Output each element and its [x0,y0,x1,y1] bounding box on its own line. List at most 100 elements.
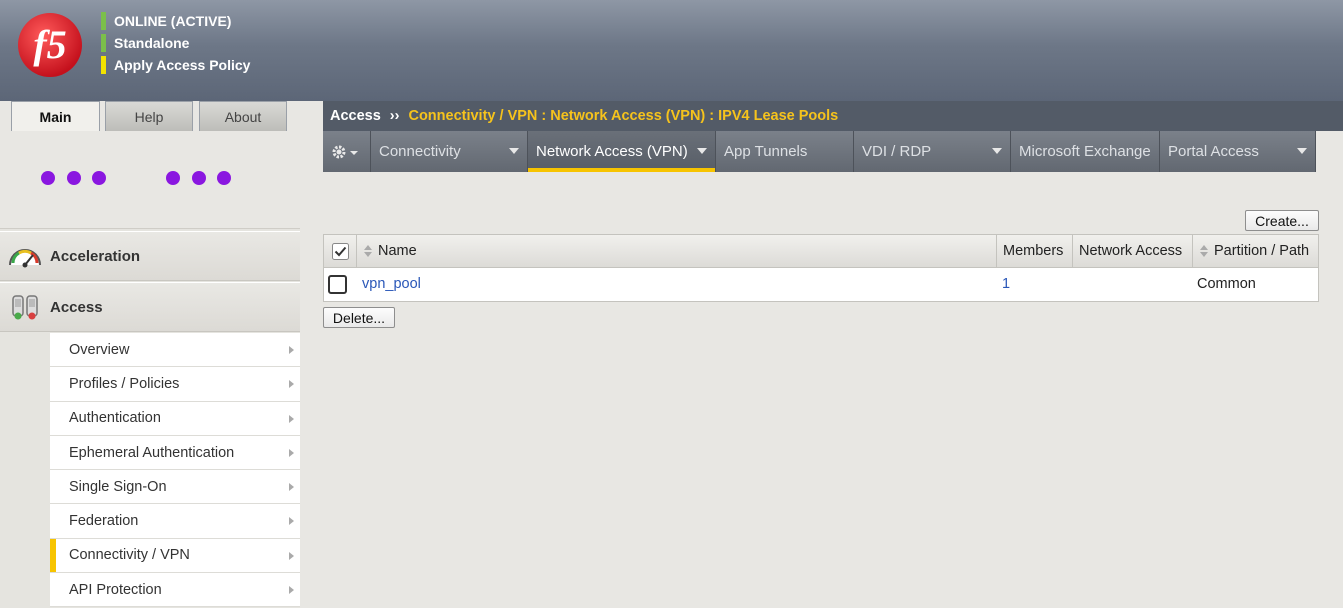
settings-menu-button[interactable] [323,131,371,172]
sidebar-section-acceleration[interactable]: Acceleration [0,231,300,281]
tab-main[interactable]: Main [11,101,100,131]
access-submenu: Overview Profiles / Policies Authenticat… [50,333,300,608]
delete-button[interactable]: Delete... [323,307,395,328]
status-apply-policy[interactable]: Apply Access Policy [101,56,250,74]
nav-portal-access[interactable]: Portal Access [1160,131,1316,172]
sidebar-item-label: API Protection [69,581,162,598]
sort-icon [1200,245,1208,257]
chevron-right-icon [289,448,294,457]
breadcrumb: Access ›› Connectivity / VPN : Network A… [323,101,1343,131]
chevron-down-icon [509,148,519,154]
chevron-right-icon [289,380,294,389]
nav-microsoft-exchange[interactable]: Microsoft Exchange [1011,131,1160,172]
sidebar-item-federation[interactable]: Federation [50,504,300,539]
sidebar-section-label: Access [50,298,103,316]
favorites-area [0,131,300,229]
breadcrumb-root[interactable]: Access [330,108,381,124]
dot-icon [92,171,106,185]
breadcrumb-separator: ›› [389,108,400,124]
sidebar-item-overview[interactable]: Overview [50,333,300,368]
dot-icon [67,171,81,185]
nav-connectivity[interactable]: Connectivity [371,131,528,172]
nav-label: Network Access (VPN) [536,143,688,160]
chevron-right-icon [289,551,294,560]
sidebar-item-label: Connectivity / VPN [69,547,190,564]
column-partition-path[interactable]: Partition / Path [1192,235,1318,267]
breadcrumb-path: Connectivity / VPN : Network Access (VPN… [408,108,839,124]
chevron-right-icon [289,346,294,354]
status-indicator [101,12,106,30]
chevron-down-icon [992,148,1002,154]
row-select-cell [328,268,354,300]
chevron-right-icon [289,483,294,492]
table-row: vpn_pool 1 Common [323,268,1319,302]
nav-label: Connectivity [379,143,461,160]
nav-label: Microsoft Exchange [1019,143,1151,160]
tab-about[interactable]: About [199,101,287,131]
gauge-icon [6,241,44,271]
sidebar-item-label: Federation [69,513,139,530]
sidebar-item-label: Authentication [69,410,161,427]
sort-icon [364,245,372,257]
access-icon [6,292,44,322]
status-online-label: ONLINE (ACTIVE) [114,13,232,29]
column-name[interactable]: Name [356,235,996,267]
status-standalone: Standalone [101,34,189,52]
nav-app-tunnels[interactable]: App Tunnels [716,131,854,172]
sidebar: Acceleration Access Overview Profiles / … [0,131,300,608]
nav-label: App Tunnels [724,143,808,160]
column-header-label: Name [378,243,417,259]
nav-label: Portal Access [1168,143,1259,160]
status-standalone-label: Standalone [114,35,190,51]
apply-access-policy-link[interactable]: Apply Access Policy [114,57,250,73]
members-link[interactable]: 1 [1002,276,1010,292]
partition-cell: Common [1197,268,1256,300]
svg-text:f5: f5 [33,22,66,67]
nav-network-access-vpn[interactable]: Network Access (VPN) [528,131,716,172]
sidebar-item-profiles-policies[interactable]: Profiles / Policies [50,367,300,402]
status-online: ONLINE (ACTIVE) [101,12,231,30]
row-checkbox[interactable] [328,274,347,294]
chevron-down-icon [1297,148,1307,154]
sidebar-item-label: Ephemeral Authentication [69,444,235,461]
chevron-down-icon [697,148,707,154]
name-cell: vpn_pool [362,268,421,300]
column-header-label: Network Access [1079,243,1183,259]
sidebar-section-access[interactable]: Access [0,282,300,332]
status-indicator [101,56,106,74]
pool-name-link[interactable]: vpn_pool [362,276,421,292]
column-header-label: Partition / Path [1214,243,1310,259]
status-indicator [101,34,106,52]
dot-icon [192,171,206,185]
select-all-checkbox[interactable] [331,242,349,260]
chevron-right-icon [289,586,294,595]
dot-icon [217,171,231,185]
column-members: Members [996,235,1072,267]
column-header-label: Members [1003,243,1064,259]
sub-navigation: Connectivity Network Access (VPN) App Tu… [323,131,1316,172]
tab-help[interactable]: Help [105,101,193,131]
sidebar-item-label: Profiles / Policies [69,375,180,392]
sidebar-section-label: Acceleration [50,247,141,265]
gear-icon [332,145,358,158]
sidebar-item-single-sign-on[interactable]: Single Sign-On [50,470,300,505]
sidebar-item-authentication[interactable]: Authentication [50,401,300,436]
sidebar-item-label: Overview [69,341,130,358]
column-network-access: Network Access [1072,235,1192,267]
dot-icon [41,171,55,185]
sidebar-item-connectivity-vpn[interactable]: Connectivity / VPN [50,538,300,574]
table-header: Name Members Network Access Partition / … [323,234,1319,268]
sidebar-item-ephemeral-authentication[interactable]: Ephemeral Authentication [50,435,300,471]
members-cell: 1 [1002,268,1010,300]
dot-icon [166,171,180,185]
lease-pools-table: Name Members Network Access Partition / … [323,234,1319,302]
nav-vdi-rdp[interactable]: VDI / RDP [854,131,1011,172]
sidebar-item-api-protection[interactable]: API Protection [50,573,300,608]
select-all-cell [324,235,356,267]
partition-value: Common [1197,276,1256,292]
chevron-right-icon [289,414,294,423]
chevron-right-icon [289,517,294,526]
create-button[interactable]: Create... [1245,210,1319,231]
sidebar-item-label: Single Sign-On [69,478,167,495]
f5-logo: f5 [18,13,82,77]
